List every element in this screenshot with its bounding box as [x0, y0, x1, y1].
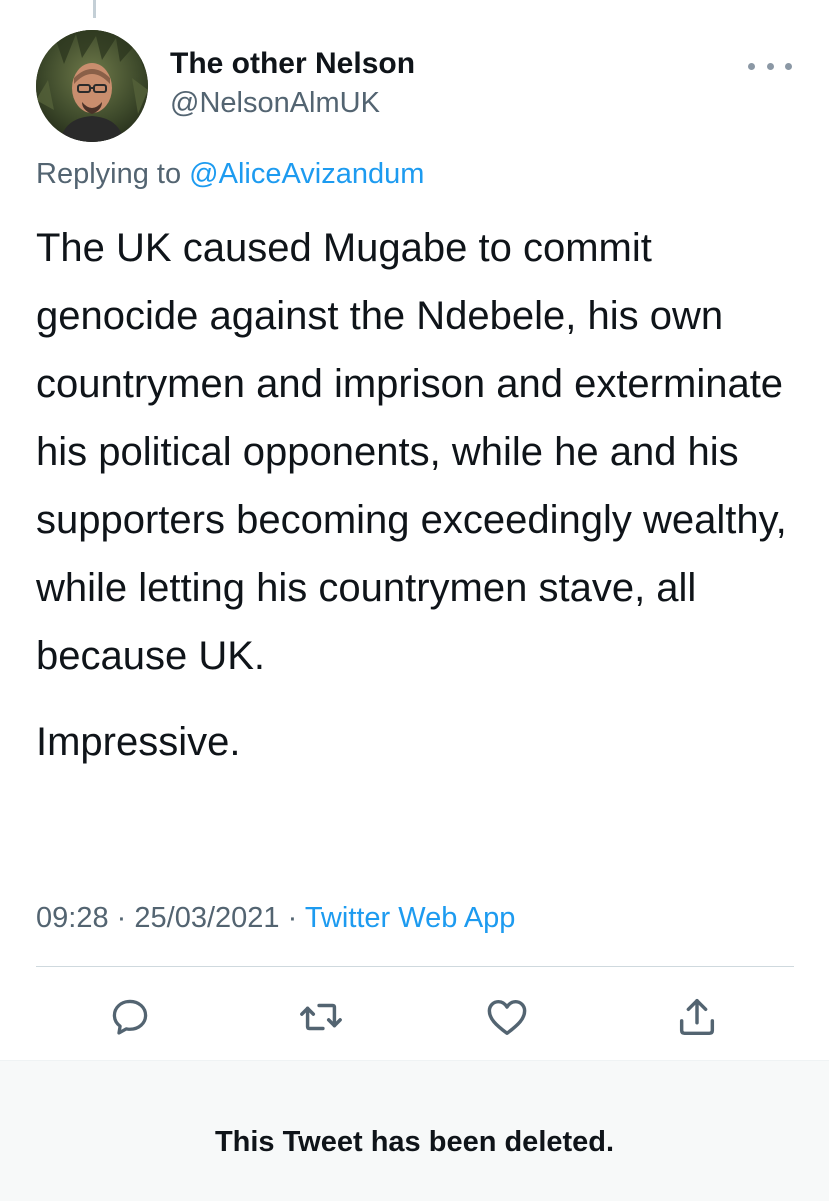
replying-to-label: Replying to: [36, 158, 182, 190]
deleted-tweet-notice: This Tweet has been deleted.: [214, 1126, 615, 1158]
more-options-icon[interactable]: [748, 56, 792, 76]
tweet-text-paragraph: The UK caused Mugabe to commit genocide …: [36, 226, 787, 678]
tweet-source-link[interactable]: Twitter Web App: [305, 902, 516, 934]
replying-to: Replying to @AliceAvizandum: [36, 156, 424, 192]
more-dot: [748, 62, 755, 70]
replying-to-handle-link[interactable]: @AliceAvizandum: [189, 158, 424, 190]
divider: [36, 966, 794, 967]
reply-icon: [112, 999, 148, 1035]
display-name[interactable]: The other Nelson: [170, 46, 415, 82]
more-dot: [766, 62, 774, 70]
reply-button[interactable]: [105, 992, 155, 1042]
tweet-time[interactable]: 09:28: [36, 902, 109, 934]
tweet-metadata: 09:28 · 25/03/2021 · Twitter Web App: [36, 900, 515, 936]
user-handle[interactable]: @NelsonAlmUK: [170, 86, 380, 120]
retweet-button[interactable]: [296, 992, 346, 1042]
avatar[interactable]: [36, 30, 148, 142]
avatar-image: [36, 30, 148, 142]
tweet-text: The UK caused Mugabe to commit genocide …: [36, 214, 806, 776]
meta-separator: ·: [287, 902, 298, 934]
heart-icon: [487, 999, 527, 1036]
like-button[interactable]: [482, 992, 532, 1042]
tweet-text-paragraph: Impressive.: [36, 720, 241, 764]
tweet-date[interactable]: 25/03/2021: [134, 902, 279, 934]
meta-separator: ·: [116, 902, 127, 934]
share-button[interactable]: [672, 992, 722, 1042]
thread-connector-line: [93, 0, 96, 18]
retweet-icon: [300, 1003, 342, 1031]
more-dot: [785, 62, 792, 70]
share-icon: [679, 998, 715, 1036]
